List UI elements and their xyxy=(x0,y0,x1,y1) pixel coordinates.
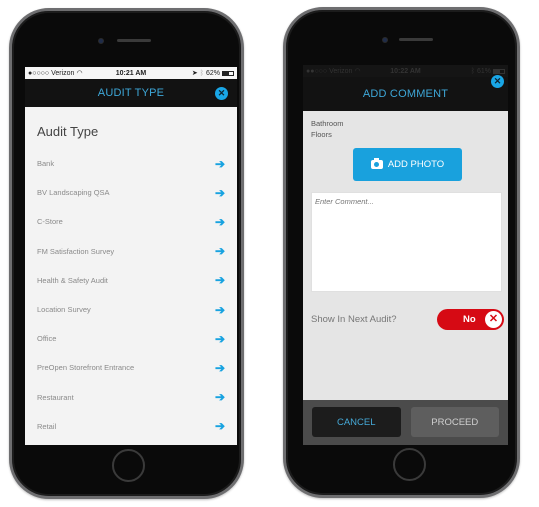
front-camera xyxy=(98,38,104,44)
bluetooth-icon: ᛒ xyxy=(199,69,204,77)
list-item[interactable]: C-Store ➔ xyxy=(25,207,237,236)
phone-right: ●●○○○ Verizon ◠ 10:22 AM ᛒ 61% ADD COMME… xyxy=(283,7,520,498)
wifi-icon: ◠ xyxy=(354,68,361,75)
audit-type-screen: ●○○○○ Verizon ◠ 10:21 AM ➤ ᛒ 62% AUDIT T… xyxy=(25,67,237,445)
list-heading: Audit Type xyxy=(37,124,99,139)
location-icon: ➤ xyxy=(191,70,198,77)
header-bar: ADD COMMENT ✕ xyxy=(303,75,508,111)
location-area: Bathroom xyxy=(311,119,344,128)
arrow-right-icon[interactable]: ➔ xyxy=(215,273,225,287)
arrow-right-icon[interactable]: ➔ xyxy=(215,390,225,404)
front-camera xyxy=(382,37,388,43)
page-title: AUDIT TYPE xyxy=(97,87,165,99)
audit-type-list: Bank ➔ BV Landscaping QSA ➔ C-Store ➔ FM Satis… xyxy=(25,149,237,441)
list-item[interactable]: Retail ➔ xyxy=(25,412,237,441)
arrow-right-icon[interactable]: ➔ xyxy=(215,215,225,229)
list-item-label: PreOpen Storefront Entrance xyxy=(37,363,135,373)
x-icon: ✕ xyxy=(485,311,502,328)
footer-bar: CANCEL PROCEED xyxy=(303,400,508,445)
arrow-right-icon[interactable]: ➔ xyxy=(215,419,225,433)
list-item-label: FM Satisfaction Survey xyxy=(37,246,115,256)
list-item-label: Office xyxy=(37,334,57,344)
list-item[interactable]: FM Satisfaction Survey ➔ xyxy=(25,237,237,266)
arrow-right-icon[interactable]: ➔ xyxy=(215,244,225,258)
list-item-label: Bank xyxy=(37,159,55,169)
list-item-label: Restaurant xyxy=(37,392,74,402)
battery-percent: 62% xyxy=(205,69,220,77)
page-title: ADD COMMENT xyxy=(362,88,449,100)
add-photo-button[interactable]: ADD PHOTO xyxy=(353,148,462,181)
toggle-state-label: No xyxy=(463,314,476,325)
camera-icon xyxy=(370,158,383,169)
proceed-button[interactable]: PROCEED xyxy=(410,407,499,437)
speaker-grille xyxy=(399,38,433,41)
list-item[interactable]: Restaurant ➔ xyxy=(25,383,237,412)
battery-percent: 61% xyxy=(476,67,491,75)
home-button[interactable] xyxy=(112,449,145,482)
list-item[interactable]: BV Landscaping QSA ➔ xyxy=(25,178,237,207)
location-breadcrumb: Bathroom Floors xyxy=(303,111,508,140)
phone-left: ●○○○○ Verizon ◠ 10:21 AM ➤ ᛒ 62% AUDIT T… xyxy=(9,8,244,499)
show-next-audit-toggle[interactable]: No ✕ xyxy=(437,309,504,330)
list-item[interactable]: Office ➔ xyxy=(25,324,237,353)
comment-input[interactable] xyxy=(311,192,502,292)
status-time: 10:22 AM xyxy=(390,67,421,75)
carrier-label: ●●○○○ Verizon xyxy=(306,67,353,75)
home-button[interactable] xyxy=(393,448,426,481)
show-next-audit-label: Show In Next Audit? xyxy=(311,314,397,325)
close-icon[interactable]: ✕ xyxy=(215,87,228,100)
add-comment-screen: ●●○○○ Verizon ◠ 10:22 AM ᛒ 61% ADD COMME… xyxy=(303,65,508,445)
show-next-audit-row: Show In Next Audit? No ✕ xyxy=(303,297,508,330)
status-bar: ●○○○○ Verizon ◠ 10:21 AM ➤ ᛒ 62% xyxy=(25,67,237,79)
arrow-right-icon[interactable]: ➔ xyxy=(215,361,225,375)
list-item-label: Retail xyxy=(37,421,57,431)
cancel-button[interactable]: CANCEL xyxy=(312,407,401,437)
list-item[interactable]: Health & Safety Audit ➔ xyxy=(25,266,237,295)
list-item[interactable]: Bank ➔ xyxy=(25,149,237,178)
add-photo-label: ADD PHOTO xyxy=(387,159,445,170)
arrow-right-icon[interactable]: ➔ xyxy=(215,157,225,171)
list-item-label: Location Survey xyxy=(37,305,91,315)
battery-icon xyxy=(493,68,505,74)
speaker-grille xyxy=(117,39,151,42)
status-bar: ●●○○○ Verizon ◠ 10:22 AM ᛒ 61% xyxy=(303,65,508,77)
arrow-right-icon[interactable]: ➔ xyxy=(215,186,225,200)
list-item-label: Health & Safety Audit xyxy=(37,275,108,285)
carrier-label: ●○○○○ Verizon xyxy=(28,69,75,77)
list-item[interactable]: PreOpen Storefront Entrance ➔ xyxy=(25,353,237,382)
list-item[interactable]: Location Survey ➔ xyxy=(25,295,237,324)
close-icon[interactable]: ✕ xyxy=(491,75,504,88)
battery-icon xyxy=(222,70,234,76)
list-item-label: BV Landscaping QSA xyxy=(37,188,110,198)
list-item-label: C-Store xyxy=(37,217,63,227)
status-time: 10:21 AM xyxy=(115,69,147,77)
wifi-icon: ◠ xyxy=(76,70,83,77)
location-item: Floors xyxy=(311,130,332,139)
arrow-right-icon[interactable]: ➔ xyxy=(215,303,225,317)
header-bar: AUDIT TYPE ✕ xyxy=(25,79,237,107)
bluetooth-icon: ᛒ xyxy=(470,67,475,75)
arrow-right-icon[interactable]: ➔ xyxy=(215,332,225,346)
